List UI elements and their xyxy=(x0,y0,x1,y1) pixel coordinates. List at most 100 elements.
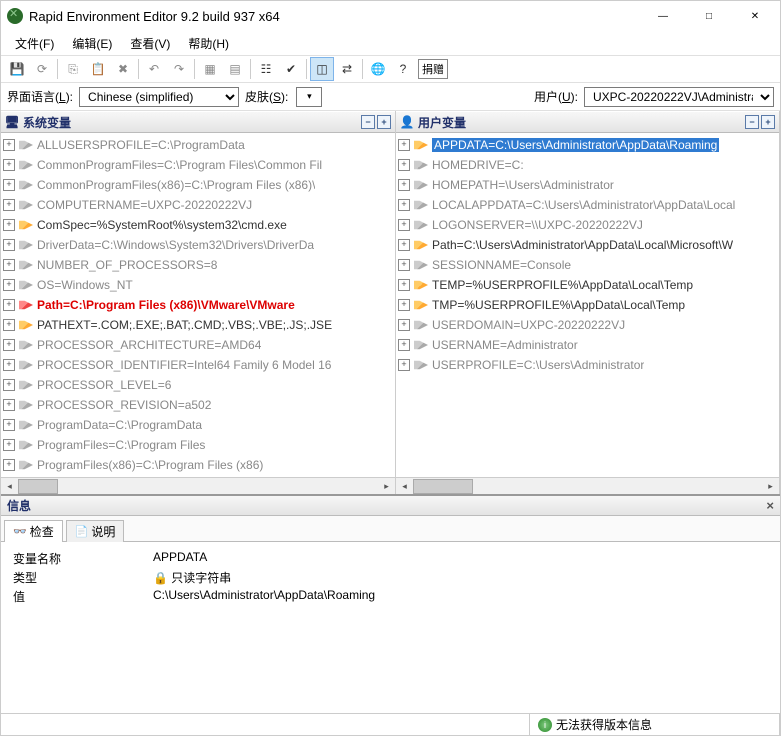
expand-toggle-icon[interactable]: + xyxy=(3,399,15,411)
expand-toggle-icon[interactable]: + xyxy=(398,199,410,211)
expand-toggle-icon[interactable]: + xyxy=(398,219,410,231)
expand-toggle-icon[interactable]: + xyxy=(3,199,15,211)
expand-toggle-icon[interactable]: + xyxy=(3,159,15,171)
tree-node[interactable]: +ProgramData=C:\ProgramData xyxy=(1,415,395,435)
expand-toggle-icon[interactable]: + xyxy=(398,159,410,171)
expand-toggle-icon[interactable]: + xyxy=(3,219,15,231)
expand-toggle-icon[interactable]: + xyxy=(3,439,15,451)
expand-toggle-icon[interactable]: + xyxy=(3,419,15,431)
tree-node[interactable]: +NUMBER_OF_PROCESSORS=8 xyxy=(1,255,395,275)
skin-button[interactable]: ▾ xyxy=(296,87,322,107)
tree-node[interactable]: +HOMEDRIVE=C: xyxy=(396,155,779,175)
expand-toggle-icon[interactable]: + xyxy=(398,339,410,351)
expand-toggle-icon[interactable]: + xyxy=(3,239,15,251)
tree-node[interactable]: +APPDATA=C:\Users\Administrator\AppData\… xyxy=(396,135,779,155)
tree-node[interactable]: +Path=C:\Program Files (x86)\VMware\VMwa… xyxy=(1,295,395,315)
system-tree[interactable]: +ALLUSERSPROFILE=C:\ProgramData+CommonPr… xyxy=(1,133,395,477)
expand-toggle-icon[interactable]: + xyxy=(3,299,15,311)
tree-node[interactable]: +DriverData=C:\Windows\System32\Drivers\… xyxy=(1,235,395,255)
user-tree[interactable]: +APPDATA=C:\Users\Administrator\AppData\… xyxy=(396,133,779,477)
expand-toggle-icon[interactable]: + xyxy=(398,239,410,251)
expand-toggle-icon[interactable]: + xyxy=(3,139,15,151)
paste-icon[interactable]: 📋 xyxy=(86,57,110,81)
collapse-icon[interactable]: ▤ xyxy=(223,57,247,81)
expand-toggle-icon[interactable]: + xyxy=(398,359,410,371)
minimize-button[interactable]: — xyxy=(640,1,686,31)
help-icon[interactable]: ? xyxy=(391,57,415,81)
delete-icon[interactable]: ✖ xyxy=(111,57,135,81)
expand-toggle-icon[interactable]: + xyxy=(398,179,410,191)
undo-icon[interactable]: ↶ xyxy=(142,57,166,81)
menu-view[interactable]: 查看(V) xyxy=(122,33,178,54)
usr-collapse-icon[interactable]: − xyxy=(745,115,759,129)
tree-node[interactable]: +ProgramFiles=C:\Program Files xyxy=(1,435,395,455)
usr-hscroll[interactable]: ◂ ▸ xyxy=(396,477,779,494)
tree-node[interactable]: +HOMEPATH=\Users\Administrator xyxy=(396,175,779,195)
tree-node[interactable]: +LOGONSERVER=\\UXPC-20220222VJ xyxy=(396,215,779,235)
sys-expand-icon[interactable]: + xyxy=(377,115,391,129)
sys-collapse-icon[interactable]: − xyxy=(361,115,375,129)
layout2-icon[interactable]: ⇄ xyxy=(335,57,359,81)
scroll-thumb[interactable] xyxy=(413,479,473,494)
globe-icon[interactable]: 🌐 xyxy=(366,57,390,81)
tree-node[interactable]: +OS=Windows_NT xyxy=(1,275,395,295)
expand-toggle-icon[interactable]: + xyxy=(398,279,410,291)
maximize-button[interactable]: □ xyxy=(686,1,732,31)
close-button[interactable]: ✕ xyxy=(732,1,778,31)
tab-inspect[interactable]: 👓检查 xyxy=(4,520,63,542)
tree-node[interactable]: +USERDOMAIN=UXPC-20220222VJ xyxy=(396,315,779,335)
tree-node[interactable]: +PROCESSOR_ARCHITECTURE=AMD64 xyxy=(1,335,395,355)
tree-node[interactable]: +PATHEXT=.COM;.EXE;.BAT;.CMD;.VBS;.VBE;.… xyxy=(1,315,395,335)
expand-toggle-icon[interactable]: + xyxy=(3,179,15,191)
tree-node[interactable]: +SESSIONNAME=Console xyxy=(396,255,779,275)
tree-node[interactable]: +CommonProgramFiles(x86)=C:\Program File… xyxy=(1,175,395,195)
redo-icon[interactable]: ↷ xyxy=(167,57,191,81)
tree-node[interactable]: +TMP=%USERPROFILE%\AppData\Local\Temp xyxy=(396,295,779,315)
expand-icon[interactable]: ▦ xyxy=(198,57,222,81)
tree-node[interactable]: +PROCESSOR_REVISION=a502 xyxy=(1,395,395,415)
expand-toggle-icon[interactable]: + xyxy=(3,379,15,391)
info-close-icon[interactable]: × xyxy=(766,498,774,513)
lang-select[interactable]: Chinese (simplified) xyxy=(79,87,239,107)
tree-node[interactable]: +ProgramFiles(x86)=C:\Program Files (x86… xyxy=(1,455,395,475)
usr-expand-icon[interactable]: + xyxy=(761,115,775,129)
expand-toggle-icon[interactable]: + xyxy=(398,319,410,331)
scroll-thumb[interactable] xyxy=(18,479,58,494)
tab-desc[interactable]: 📄说明 xyxy=(66,520,125,542)
tree-node[interactable]: +PROCESSOR_IDENTIFIER=Intel64 Family 6 M… xyxy=(1,355,395,375)
sys-hscroll[interactable]: ◂ ▸ xyxy=(1,477,395,494)
tree-node[interactable]: +USERNAME=Administrator xyxy=(396,335,779,355)
tree-node[interactable]: +CommonProgramFiles=C:\Program Files\Com… xyxy=(1,155,395,175)
expand-toggle-icon[interactable]: + xyxy=(398,299,410,311)
filter-icon[interactable]: ☷ xyxy=(254,57,278,81)
expand-toggle-icon[interactable]: + xyxy=(398,139,410,151)
save-icon[interactable]: 💾 xyxy=(5,57,29,81)
tree-node[interactable]: +TEMP=%USERPROFILE%\AppData\Local\Temp xyxy=(396,275,779,295)
scroll-right-icon[interactable]: ▸ xyxy=(378,478,395,495)
expand-toggle-icon[interactable]: + xyxy=(398,259,410,271)
expand-toggle-icon[interactable]: + xyxy=(3,359,15,371)
expand-toggle-icon[interactable]: + xyxy=(3,319,15,331)
scroll-left-icon[interactable]: ◂ xyxy=(1,478,18,495)
donate-button[interactable]: 捐赠 xyxy=(418,59,448,79)
menu-edit[interactable]: 编辑(E) xyxy=(64,33,120,54)
expand-toggle-icon[interactable]: + xyxy=(3,279,15,291)
layout1-icon[interactable]: ◫ xyxy=(310,57,334,81)
menu-help[interactable]: 帮助(H) xyxy=(180,33,237,54)
tree-node[interactable]: +ComSpec=%SystemRoot%\system32\cmd.exe xyxy=(1,215,395,235)
tree-node[interactable]: +ALLUSERSPROFILE=C:\ProgramData xyxy=(1,135,395,155)
scroll-right-icon[interactable]: ▸ xyxy=(762,478,779,495)
menu-file[interactable]: 文件(F) xyxy=(7,33,62,54)
tree-node[interactable]: +PROCESSOR_LEVEL=6 xyxy=(1,375,395,395)
refresh-icon[interactable]: ⟳ xyxy=(30,57,54,81)
expand-toggle-icon[interactable]: + xyxy=(3,339,15,351)
tree-node[interactable]: +COMPUTERNAME=UXPC-20220222VJ xyxy=(1,195,395,215)
tree-node[interactable]: +LOCALAPPDATA=C:\Users\Administrator\App… xyxy=(396,195,779,215)
expand-toggle-icon[interactable]: + xyxy=(3,259,15,271)
scroll-left-icon[interactable]: ◂ xyxy=(396,478,413,495)
expand-toggle-icon[interactable]: + xyxy=(3,459,15,471)
user-select[interactable]: UXPC-20220222VJ\Administrator xyxy=(584,87,774,107)
copy-icon[interactable]: ⎘ xyxy=(61,57,85,81)
tree-node[interactable]: +USERPROFILE=C:\Users\Administrator xyxy=(396,355,779,375)
check-icon[interactable]: ✔ xyxy=(279,57,303,81)
